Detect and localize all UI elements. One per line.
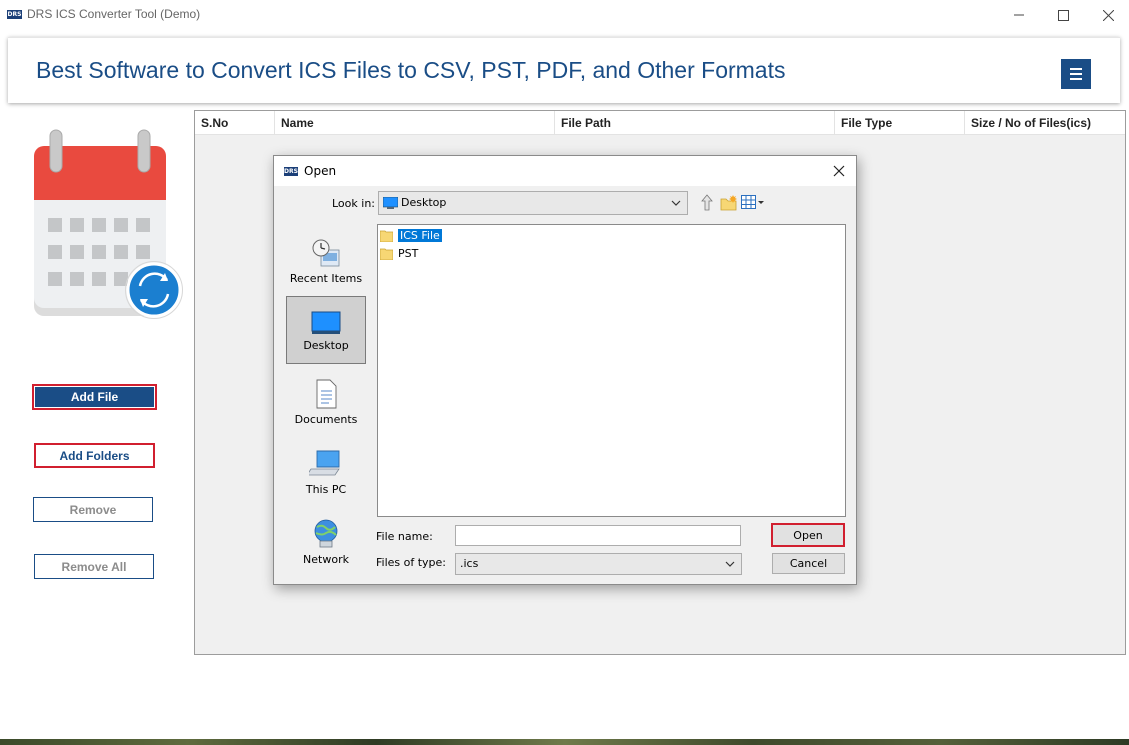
table-header: S.No Name File Path File Type Size / No …	[195, 111, 1125, 135]
minimize-icon	[1014, 14, 1024, 16]
title-bar: DRS DRS ICS Converter Tool (Demo)	[0, 0, 1129, 30]
close-window-button[interactable]	[1085, 0, 1129, 30]
remove-all-button[interactable]: Remove All	[34, 554, 154, 579]
view-menu-icon[interactable]	[741, 195, 765, 210]
list-item[interactable]: PST	[380, 245, 418, 262]
documents-icon	[316, 379, 337, 409]
taskbar-wallpaper-strip	[0, 739, 1129, 745]
look-in-value: Desktop	[401, 196, 447, 209]
calendar-sync-icon	[34, 129, 183, 319]
column-header-name[interactable]: Name	[275, 111, 555, 134]
place-label: Desktop	[303, 339, 349, 352]
place-label: Network	[303, 553, 349, 566]
folder-icon	[380, 248, 393, 260]
place-label: Recent Items	[289, 272, 363, 285]
remove-button[interactable]: Remove	[33, 497, 153, 522]
desktop-small-icon	[383, 197, 398, 209]
place-this-pc[interactable]: This PC	[286, 436, 366, 504]
files-of-type-select[interactable]: .ics	[455, 553, 742, 575]
column-header-sno[interactable]: S.No	[195, 111, 275, 134]
place-documents[interactable]: Documents	[286, 366, 366, 434]
recent-items-icon	[312, 239, 340, 267]
column-header-file-path[interactable]: File Path	[555, 111, 835, 134]
menu-line	[1070, 73, 1082, 75]
this-pc-icon	[309, 450, 340, 476]
minimize-button[interactable]	[996, 0, 1042, 30]
places-bar: Recent Items Desktop Documents This PC N…	[283, 222, 369, 578]
up-one-level-icon[interactable]	[699, 194, 715, 211]
file-name: PST	[398, 247, 419, 260]
chevron-down-icon	[725, 561, 735, 567]
file-name-label: File name:	[376, 530, 433, 543]
open-button[interactable]: Open	[771, 523, 845, 547]
network-icon	[314, 519, 338, 548]
file-list[interactable]: ICS File PST	[377, 224, 846, 517]
dialog-title: Open	[304, 164, 337, 178]
file-name-input[interactable]	[455, 525, 741, 546]
menu-line	[1070, 68, 1082, 70]
chevron-down-icon	[671, 200, 681, 206]
open-file-dialog: DRS Open Look in: Desktop Recent Items D…	[273, 155, 857, 585]
create-new-folder-icon[interactable]	[720, 194, 738, 211]
cancel-button[interactable]: Cancel	[772, 553, 845, 574]
place-label: This PC	[305, 483, 347, 496]
place-desktop[interactable]: Desktop	[286, 296, 366, 364]
folder-icon	[380, 230, 393, 242]
column-header-size[interactable]: Size / No of Files(ics)	[965, 111, 1125, 134]
list-item[interactable]: ICS File	[380, 227, 442, 244]
dialog-app-icon: DRS	[284, 167, 298, 176]
place-network[interactable]: Network	[286, 506, 366, 574]
files-of-type-value: .ics	[460, 557, 479, 570]
desktop-icon	[311, 311, 341, 334]
look-in-label: Look in:	[332, 197, 375, 210]
file-name: ICS File	[398, 229, 442, 242]
maximize-button[interactable]	[1040, 0, 1086, 30]
dialog-close-icon[interactable]	[830, 162, 848, 180]
column-header-file-type[interactable]: File Type	[835, 111, 965, 134]
page-title: Best Software to Convert ICS Files to CS…	[36, 57, 786, 83]
place-label: Documents	[294, 413, 358, 426]
maximize-icon	[1057, 9, 1069, 21]
hamburger-menu-button[interactable]	[1061, 59, 1091, 89]
add-folders-button[interactable]: Add Folders	[34, 443, 155, 468]
close-icon	[1102, 9, 1114, 21]
app-logo-icon: DRS	[7, 10, 22, 19]
header-banner: Best Software to Convert ICS Files to CS…	[8, 37, 1120, 103]
add-file-button[interactable]: Add File	[32, 384, 157, 410]
look-in-combobox[interactable]: Desktop	[378, 191, 688, 215]
dialog-title-bar: DRS Open	[274, 156, 856, 186]
menu-line	[1070, 78, 1082, 80]
place-recent-items[interactable]: Recent Items	[286, 226, 366, 294]
window-title: DRS ICS Converter Tool (Demo)	[27, 7, 201, 21]
files-of-type-label: Files of type:	[376, 556, 447, 569]
